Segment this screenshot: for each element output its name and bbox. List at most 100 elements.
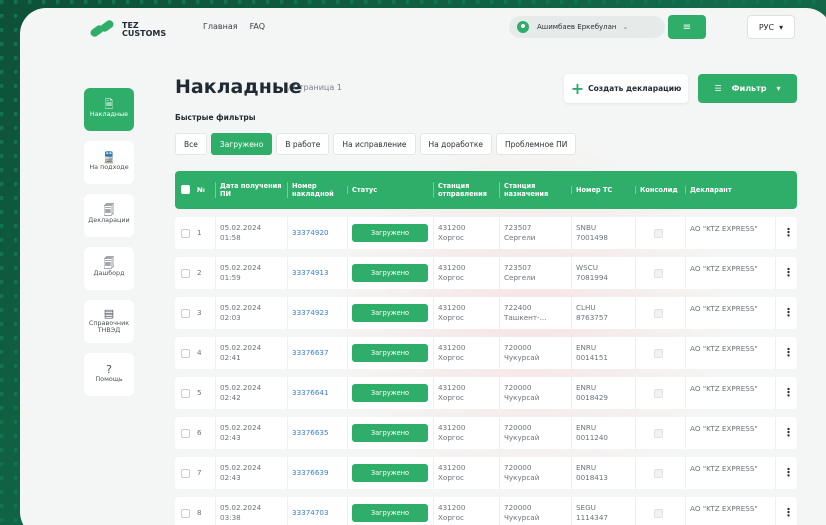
row-checkbox[interactable] <box>181 428 190 438</box>
consol-checkbox[interactable] <box>654 508 663 518</box>
row-more-icon[interactable]: ⋮ <box>775 217 797 249</box>
row-more-icon[interactable]: ⋮ <box>775 337 797 369</box>
filter-button[interactable]: ☰ Фильтр ▾ <box>698 74 797 103</box>
row-checkbox[interactable] <box>181 388 190 398</box>
sidebar-item-0[interactable]: 🗎 Накладные <box>84 88 134 131</box>
cell-tc-number: 0018429 <box>576 393 609 402</box>
filter-chip-4[interactable]: На доработке <box>419 133 492 155</box>
page-title: Накладные <box>175 76 302 98</box>
app-window: TEZ CUSTOMS Главная FAQ Ашимбаев Еркебул… <box>20 8 826 525</box>
cell-declarant: АО "KTZ EXPRESS" <box>685 297 775 329</box>
consol-checkbox[interactable] <box>654 388 663 398</box>
status-badge[interactable]: Загружено <box>352 304 428 322</box>
cell-to-name: Чукурсай <box>504 513 540 522</box>
status-badge[interactable]: Загружено <box>352 224 428 242</box>
sidebar-item-2[interactable]: 🗐 Декларации <box>84 194 134 237</box>
row-checkbox[interactable] <box>181 348 190 358</box>
table-row[interactable]: 6 05.02.2024 02:43 33376635 Загружено 431200 Х… <box>175 417 797 449</box>
invoice-link[interactable]: 33376641 <box>292 388 347 398</box>
menu-button[interactable]: ≡ <box>668 15 706 39</box>
table-row[interactable]: 1 05.02.2024 01:58 33374920 Загружено 431200 Х… <box>175 217 797 249</box>
cell-from-name: Хоргос <box>438 273 465 282</box>
cell-from-code: 431200 <box>438 423 466 432</box>
create-declaration-button[interactable]: + Создать декларацию <box>564 74 688 103</box>
filter-chip-5[interactable]: Проблемное ПИ <box>496 133 577 155</box>
sidebar-item-1[interactable]: 🚆 На подходе <box>84 141 134 184</box>
col-tc[interactable]: Номер ТС <box>571 186 635 194</box>
row-checkbox[interactable] <box>181 468 190 478</box>
status-badge[interactable]: Загружено <box>352 424 428 442</box>
col-to-station[interactable]: Станция назначения <box>499 182 571 198</box>
cell-from-name: Хоргос <box>438 513 465 522</box>
col-status[interactable]: Статус <box>347 186 433 194</box>
col-consol[interactable]: Консолид <box>635 186 685 194</box>
sidebar-item-4[interactable]: ▤ Справочник ТНВЭД <box>84 300 134 343</box>
nav-home-link[interactable]: Главная <box>203 22 238 31</box>
sidebar: 🗎 Накладные 🚆 На подходе 🗐 Декларации 🗐 Дашборд… <box>84 88 134 396</box>
table-row[interactable]: 4 05.02.2024 02:41 33376637 Загружено 431200 Х… <box>175 337 797 369</box>
logo[interactable]: TEZ CUSTOMS <box>88 18 166 40</box>
row-checkbox[interactable] <box>181 268 190 278</box>
row-more-icon[interactable]: ⋮ <box>775 457 797 489</box>
col-date[interactable]: Дата получения ПИ <box>215 182 287 198</box>
consol-checkbox[interactable] <box>654 468 663 478</box>
invoice-link[interactable]: 33376637 <box>292 348 347 358</box>
cell-tc-number: 0011240 <box>576 433 609 442</box>
cell-num: 1 <box>197 228 202 237</box>
row-more-icon[interactable]: ⋮ <box>775 377 797 409</box>
invoice-link[interactable]: 33374703 <box>292 508 347 518</box>
row-checkbox[interactable] <box>181 228 190 238</box>
status-badge[interactable]: Загружено <box>352 264 428 282</box>
status-badge[interactable]: Загружено <box>352 504 428 522</box>
col-declarant[interactable]: Декларант <box>685 186 775 194</box>
table-row[interactable]: 2 05.02.2024 01:59 33374913 Загружено 431200 Х… <box>175 257 797 289</box>
sidebar-item-label: Дашборд <box>93 269 125 277</box>
nav-faq-link[interactable]: FAQ <box>250 22 266 31</box>
book-icon: ▤ <box>103 306 115 320</box>
consol-checkbox[interactable] <box>654 308 663 318</box>
select-all-checkbox[interactable] <box>181 184 190 194</box>
invoice-link[interactable]: 33374913 <box>292 268 347 278</box>
consol-checkbox[interactable] <box>654 228 663 238</box>
table-row[interactable]: 3 05.02.2024 02:03 33374923 Загружено 431200 Х… <box>175 297 797 329</box>
top-header: TEZ CUSTOMS Главная FAQ Ашимбаев Еркебул… <box>20 8 826 52</box>
language-select[interactable]: РУС ▾ <box>747 15 795 39</box>
status-badge[interactable]: Загружено <box>352 344 428 362</box>
filter-chip-2[interactable]: В работе <box>276 133 330 155</box>
sidebar-item-label: На подходе <box>89 163 129 171</box>
row-more-icon[interactable]: ⋮ <box>775 297 797 329</box>
table-row[interactable]: 8 05.02.2024 03:38 33374703 Загружено 431200 Х… <box>175 497 797 525</box>
cell-time: 02:43 <box>220 433 241 442</box>
invoice-link[interactable]: 33374920 <box>292 228 347 238</box>
invoice-link[interactable]: 33374923 <box>292 308 347 318</box>
invoice-link[interactable]: 33376635 <box>292 428 347 438</box>
row-more-icon[interactable]: ⋮ <box>775 257 797 289</box>
sidebar-item-5[interactable]: ? Помощь <box>84 353 134 396</box>
filter-chip-3[interactable]: На исправление <box>333 133 416 155</box>
col-num[interactable]: № <box>193 186 215 194</box>
dashboard-icon: 🗐 <box>103 257 115 270</box>
cell-time: 01:59 <box>220 273 241 282</box>
invoice-link[interactable]: 33376639 <box>292 468 347 478</box>
consol-checkbox[interactable] <box>654 348 663 358</box>
cell-date: 05.02.2024 <box>220 223 262 232</box>
sidebar-item-3[interactable]: 🗐 Дашборд <box>84 247 134 290</box>
cell-tc-number: 0014151 <box>576 353 609 362</box>
cell-from-code: 431200 <box>438 303 466 312</box>
row-more-icon[interactable]: ⋮ <box>775 497 797 525</box>
cell-tc-number: 1114347 <box>576 513 609 522</box>
col-invoice[interactable]: Номер накладной <box>287 182 347 198</box>
row-checkbox[interactable] <box>181 308 190 318</box>
row-more-icon[interactable]: ⋮ <box>775 417 797 449</box>
status-badge[interactable]: Загружено <box>352 464 428 482</box>
filter-chip-0[interactable]: Все <box>175 133 207 155</box>
filter-chip-1[interactable]: Загружено <box>210 133 273 155</box>
status-badge[interactable]: Загружено <box>352 384 428 402</box>
user-menu[interactable]: Ашимбаев Еркебулан ⌄ <box>509 16 665 38</box>
table-row[interactable]: 7 05.02.2024 02:43 33376639 Загружено 431200 Х… <box>175 457 797 489</box>
table-row[interactable]: 5 05.02.2024 02:42 33376641 Загружено 431200 Х… <box>175 377 797 409</box>
col-from-station[interactable]: Станция отправления <box>433 182 499 198</box>
consol-checkbox[interactable] <box>654 268 663 278</box>
row-checkbox[interactable] <box>181 508 190 518</box>
consol-checkbox[interactable] <box>654 428 663 438</box>
